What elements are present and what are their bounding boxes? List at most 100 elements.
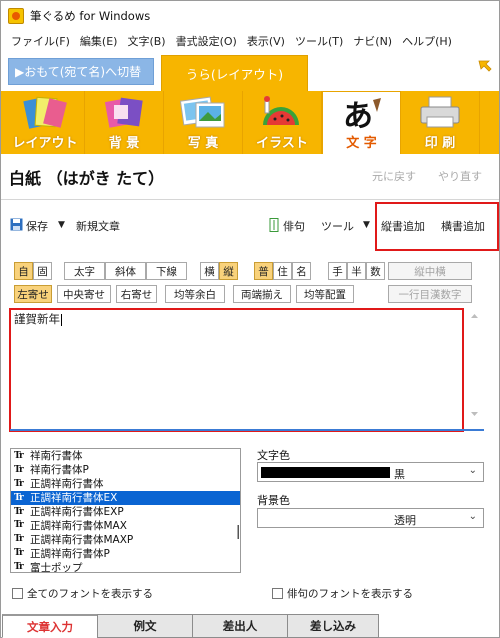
font-list-item-selected[interactable]: Tr 正調祥南行書体EX xyxy=(11,490,240,505)
underline-button[interactable]: 下線 xyxy=(146,262,187,280)
new-text-button[interactable]: 新規文章 xyxy=(76,218,120,234)
cursor-arrow-icon[interactable] xyxy=(477,59,493,75)
ribbon-layout-button[interactable]: レイアウト xyxy=(6,91,85,154)
one-line-kanji-button[interactable]: 一行目漢数字 xyxy=(388,285,472,303)
menu-file[interactable]: ファイル(F) xyxy=(6,33,75,49)
tab-merge[interactable]: 差し込み xyxy=(287,614,379,638)
haiku-icon xyxy=(269,218,279,232)
ribbon-text-label: 文 字 xyxy=(346,136,377,151)
font-list-item[interactable]: Tr 正調祥南行書体 xyxy=(11,477,240,491)
ribbon-photo-button[interactable]: 写 真 xyxy=(164,91,243,154)
residence-button[interactable]: 住 xyxy=(273,262,292,280)
bg-color-select[interactable]: 透明 ⌄ xyxy=(257,508,484,528)
font-name: 正調祥南行書体P xyxy=(30,547,110,560)
ribbon-illust-label: イラスト xyxy=(256,136,308,151)
font-list-scrollbar[interactable] xyxy=(235,449,240,572)
show-haiku-fonts-label: 俳句のフォントを表示する xyxy=(287,588,413,600)
checkbox-box[interactable] xyxy=(12,588,23,599)
format-row-2: 左寄せ 中央寄せ 右寄せ 均等余白 両端揃え 均等配置 一行目漢数字 xyxy=(1,285,499,303)
truetype-icon: Tr xyxy=(14,450,24,461)
menu-tools[interactable]: ツール(T) xyxy=(290,33,348,49)
menu-format[interactable]: 書式設定(O) xyxy=(171,33,242,49)
undo-button[interactable]: 元に戻す xyxy=(372,168,416,184)
auto-button[interactable]: 自 xyxy=(14,262,33,280)
ribbon-background-button[interactable]: 背 景 xyxy=(85,91,164,154)
photo-icon xyxy=(179,96,225,128)
tools-button[interactable]: ツール xyxy=(321,218,354,234)
svg-text:あ: あ xyxy=(343,99,373,132)
save-dropdown-icon[interactable]: ▼ xyxy=(58,220,65,230)
tab-back-layout[interactable]: うら(レイアウト) xyxy=(161,55,308,91)
show-haiku-fonts-checkbox[interactable]: 俳句のフォントを表示する xyxy=(272,586,413,601)
save-button[interactable]: 保存 xyxy=(26,218,48,234)
font-list-item[interactable]: Tr 正調祥南行書体MAXP xyxy=(11,532,240,546)
menu-view[interactable]: 表示(V) xyxy=(242,33,290,49)
justify-button[interactable]: 両端揃え xyxy=(233,285,291,303)
show-all-fonts-checkbox[interactable]: 全てのフォントを表示する xyxy=(12,586,153,601)
vertical-button[interactable]: 縦 xyxy=(219,262,238,280)
font-list-item[interactable]: Tr 正調祥南行書体EXP xyxy=(11,505,240,519)
tab-examples[interactable]: 例文 xyxy=(97,614,193,638)
show-all-fonts-label: 全てのフォントを表示する xyxy=(27,588,153,600)
bg-color-label: 背景色 xyxy=(257,494,290,507)
switch-to-front-button[interactable]: ▶おもて(宛て名)へ切替 xyxy=(8,58,154,85)
color-swatch xyxy=(261,467,390,478)
equal-margin-button[interactable]: 均等余白 xyxy=(165,285,225,303)
tab-sender[interactable]: 差出人 xyxy=(192,614,288,638)
font-list-item[interactable]: Tr 祥南行書体P xyxy=(11,463,240,477)
truetype-icon: Tr xyxy=(14,562,24,573)
truetype-icon: Tr xyxy=(14,478,24,489)
normal-button[interactable]: 普 xyxy=(254,262,273,280)
checkbox-box[interactable] xyxy=(272,588,283,599)
hand-button[interactable]: 手 xyxy=(328,262,347,280)
background-icon xyxy=(104,97,143,128)
text-color-select[interactable]: 黒 ⌄ xyxy=(257,462,484,482)
ribbon-photo-label: 写 真 xyxy=(187,136,219,151)
font-list-item[interactable]: Tr 正調祥南行書体MAX xyxy=(11,518,240,532)
font-name: 富士ポップ xyxy=(30,561,83,573)
fixed-button[interactable]: 固 xyxy=(33,262,52,280)
editor-underline xyxy=(10,429,484,431)
truetype-icon: Tr xyxy=(14,492,24,503)
font-list-item[interactable]: Tr 富士ポップ xyxy=(11,560,240,573)
menu-help[interactable]: ヘルプ(H) xyxy=(397,33,457,49)
font-list-item[interactable]: Tr 正調祥南行書体P xyxy=(11,546,240,560)
editor-scrollbar[interactable] xyxy=(467,310,482,420)
vertical-middle-button[interactable]: 縦中横 xyxy=(388,262,472,280)
name-button[interactable]: 名 xyxy=(292,262,311,280)
tab-text-input[interactable]: 文章入力 xyxy=(2,614,98,638)
divider xyxy=(1,199,499,200)
format-row-1: 自 固 太字 斜体 下線 横 縦 普 住 名 手 半 数 縦中横 xyxy=(1,262,499,280)
page-title: 白紙 （はがき たて） xyxy=(9,168,165,188)
ribbon-text-button[interactable]: あ 文 字 xyxy=(322,91,401,154)
ribbon-illust-button[interactable]: イラスト xyxy=(243,91,322,154)
menu-text[interactable]: 文字(B) xyxy=(122,33,170,49)
equal-distribute-button[interactable]: 均等配置 xyxy=(296,285,354,303)
menu-bar: ファイル(F) 編集(E) 文字(B) 書式設定(O) 表示(V) ツール(T)… xyxy=(1,30,499,51)
haiku-button[interactable]: 俳句 xyxy=(283,218,305,234)
align-right-button[interactable]: 右寄せ xyxy=(116,285,157,303)
scroll-thumb-icon xyxy=(237,525,239,539)
chevron-down-icon: ⌄ xyxy=(468,465,477,476)
font-name: 正調祥南行書体 xyxy=(30,478,104,491)
align-left-button[interactable]: 左寄せ xyxy=(14,285,52,303)
bold-button[interactable]: 太字 xyxy=(64,262,105,280)
align-center-button[interactable]: 中央寄せ xyxy=(57,285,111,303)
save-icon[interactable] xyxy=(10,218,23,231)
number-button[interactable]: 数 xyxy=(366,262,385,280)
menu-edit[interactable]: 編集(E) xyxy=(75,33,123,49)
half-button[interactable]: 半 xyxy=(347,262,366,280)
tools-dropdown-icon[interactable]: ▼ xyxy=(363,220,370,230)
redo-button[interactable]: やり直す xyxy=(438,168,482,184)
font-list-item[interactable]: Tr 祥南行書体 xyxy=(11,449,240,463)
horizontal-button[interactable]: 横 xyxy=(200,262,219,280)
italic-button[interactable]: 斜体 xyxy=(105,262,146,280)
truetype-icon: Tr xyxy=(14,464,24,475)
menu-navi[interactable]: ナビ(N) xyxy=(348,33,397,49)
font-list[interactable]: Tr 祥南行書体 Tr 祥南行書体P Tr 正調祥南行書体 Tr 正調祥南行書体EX T… xyxy=(10,448,241,573)
chevron-down-icon: ⌄ xyxy=(468,511,477,522)
font-name: 正調祥南行書体MAXP xyxy=(30,533,134,546)
truetype-icon: Tr xyxy=(14,534,24,545)
ribbon-print-button[interactable]: 印 刷 xyxy=(401,91,480,154)
font-name: 正調祥南行書体EXP xyxy=(30,506,124,519)
